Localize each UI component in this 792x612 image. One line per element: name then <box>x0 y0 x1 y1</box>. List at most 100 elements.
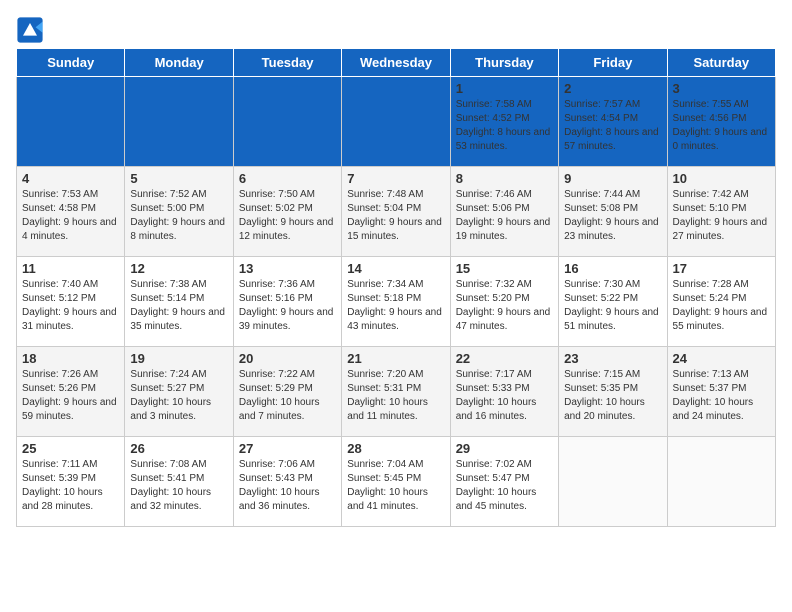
day-number: 27 <box>239 441 336 456</box>
day-number: 12 <box>130 261 227 276</box>
calendar-cell: 17 Sunrise: 7:28 AM Sunset: 5:24 PM Dayli… <box>667 257 775 347</box>
day-number: 24 <box>673 351 770 366</box>
calendar-cell <box>17 77 125 167</box>
day-number: 8 <box>456 171 553 186</box>
day-number: 19 <box>130 351 227 366</box>
cell-content: Sunrise: 7:20 AM Sunset: 5:31 PM Dayligh… <box>347 368 444 424</box>
calendar-cell: 26 Sunrise: 7:08 AM Sunset: 5:41 PM Dayli… <box>125 437 233 527</box>
cell-content: Sunrise: 7:08 AM Sunset: 5:41 PM Dayligh… <box>130 458 227 514</box>
logo-icon <box>16 16 44 44</box>
cell-content: Sunrise: 7:17 AM Sunset: 5:33 PM Dayligh… <box>456 368 553 424</box>
calendar-cell: 23 Sunrise: 7:15 AM Sunset: 5:35 PM Dayli… <box>559 347 667 437</box>
cell-content: Sunrise: 7:55 AM Sunset: 4:56 PM Dayligh… <box>673 98 770 154</box>
calendar-cell: 27 Sunrise: 7:06 AM Sunset: 5:43 PM Dayli… <box>233 437 341 527</box>
cell-content: Sunrise: 7:46 AM Sunset: 5:06 PM Dayligh… <box>456 188 553 244</box>
calendar-cell: 24 Sunrise: 7:13 AM Sunset: 5:37 PM Dayli… <box>667 347 775 437</box>
day-number: 1 <box>456 81 553 96</box>
day-number: 25 <box>22 441 119 456</box>
calendar-cell: 25 Sunrise: 7:11 AM Sunset: 5:39 PM Dayli… <box>17 437 125 527</box>
logo <box>16 16 48 44</box>
calendar-cell: 16 Sunrise: 7:30 AM Sunset: 5:22 PM Dayli… <box>559 257 667 347</box>
cell-content: Sunrise: 7:04 AM Sunset: 5:45 PM Dayligh… <box>347 458 444 514</box>
calendar-cell: 2 Sunrise: 7:57 AM Sunset: 4:54 PM Daylig… <box>559 77 667 167</box>
calendar-cell: 28 Sunrise: 7:04 AM Sunset: 5:45 PM Dayli… <box>342 437 450 527</box>
calendar-cell: 15Sunrise: 7:32 AM Sunset: 5:20 PM Dayli… <box>450 257 558 347</box>
day-header-saturday: Saturday <box>667 49 775 77</box>
cell-content: Sunrise: 7:52 AM Sunset: 5:00 PM Dayligh… <box>130 188 227 244</box>
calendar-cell: 1 Sunrise: 7:58 AM Sunset: 4:52 PM Daylig… <box>450 77 558 167</box>
calendar-cell: 5 Sunrise: 7:52 AM Sunset: 5:00 PM Daylig… <box>125 167 233 257</box>
day-number: 29 <box>456 441 553 456</box>
day-header-wednesday: Wednesday <box>342 49 450 77</box>
day-number: 2 <box>564 81 661 96</box>
calendar-cell: 9 Sunrise: 7:44 AM Sunset: 5:08 PM Daylig… <box>559 167 667 257</box>
calendar-cell: 21 Sunrise: 7:20 AM Sunset: 5:31 PM Dayli… <box>342 347 450 437</box>
calendar-cell: 18 Sunrise: 7:26 AM Sunset: 5:26 PM Dayli… <box>17 347 125 437</box>
cell-content: Sunrise: 7:38 AM Sunset: 5:14 PM Dayligh… <box>130 278 227 334</box>
cell-content: Sunrise: 7:11 AM Sunset: 5:39 PM Dayligh… <box>22 458 119 514</box>
day-number: 28 <box>347 441 444 456</box>
cell-content: Sunrise: 7:24 AM Sunset: 5:27 PM Dayligh… <box>130 368 227 424</box>
calendar-cell: 11 Sunrise: 7:40 AM Sunset: 5:12 PM Dayli… <box>17 257 125 347</box>
cell-content: Sunrise: 7:34 AM Sunset: 5:18 PM Dayligh… <box>347 278 444 334</box>
day-number: 6 <box>239 171 336 186</box>
cell-content: Sunrise: 7:30 AM Sunset: 5:22 PM Dayligh… <box>564 278 661 334</box>
cell-content: Sunrise: 7:36 AM Sunset: 5:16 PM Dayligh… <box>239 278 336 334</box>
day-number: 23 <box>564 351 661 366</box>
cell-content: Sunrise: 7:06 AM Sunset: 5:43 PM Dayligh… <box>239 458 336 514</box>
calendar-cell: 8 Sunrise: 7:46 AM Sunset: 5:06 PM Daylig… <box>450 167 558 257</box>
calendar-cell: 14 Sunrise: 7:34 AM Sunset: 5:18 PM Dayli… <box>342 257 450 347</box>
day-header-thursday: Thursday <box>450 49 558 77</box>
cell-content: Sunrise: 7:57 AM Sunset: 4:54 PM Dayligh… <box>564 98 661 154</box>
day-number: 16 <box>564 261 661 276</box>
calendar-cell <box>233 77 341 167</box>
calendar-cell: 7 Sunrise: 7:48 AM Sunset: 5:04 PM Daylig… <box>342 167 450 257</box>
day-number: 17 <box>673 261 770 276</box>
cell-content: Sunrise: 7:13 AM Sunset: 5:37 PM Dayligh… <box>673 368 770 424</box>
calendar-cell: 29 Sunrise: 7:02 AM Sunset: 5:47 PM Dayli… <box>450 437 558 527</box>
day-number: 22 <box>456 351 553 366</box>
cell-content: Sunrise: 7:28 AM Sunset: 5:24 PM Dayligh… <box>673 278 770 334</box>
cell-content: Sunrise: 7:22 AM Sunset: 5:29 PM Dayligh… <box>239 368 336 424</box>
calendar-cell: 10 Sunrise: 7:42 AM Sunset: 5:10 PM Dayli… <box>667 167 775 257</box>
cell-content: Sunrise: 7:50 AM Sunset: 5:02 PM Dayligh… <box>239 188 336 244</box>
calendar-cell: 13 Sunrise: 7:36 AM Sunset: 5:16 PM Dayli… <box>233 257 341 347</box>
day-number: 7 <box>347 171 444 186</box>
day-header-monday: Monday <box>125 49 233 77</box>
calendar-cell <box>342 77 450 167</box>
day-header-friday: Friday <box>559 49 667 77</box>
day-number: 14 <box>347 261 444 276</box>
day-number: 11 <box>22 261 119 276</box>
calendar-cell <box>667 437 775 527</box>
day-header-sunday: Sunday <box>17 49 125 77</box>
day-number: 3 <box>673 81 770 96</box>
calendar-cell: 20 Sunrise: 7:22 AM Sunset: 5:29 PM Dayli… <box>233 347 341 437</box>
cell-content: Sunrise: 7:02 AM Sunset: 5:47 PM Dayligh… <box>456 458 553 514</box>
day-number: 21 <box>347 351 444 366</box>
day-number: 4 <box>22 171 119 186</box>
day-number: 13 <box>239 261 336 276</box>
day-number: 20 <box>239 351 336 366</box>
cell-content: Sunrise: 7:42 AM Sunset: 5:10 PM Dayligh… <box>673 188 770 244</box>
day-number: 26 <box>130 441 227 456</box>
day-number: 9 <box>564 171 661 186</box>
cell-content: Sunrise: 7:48 AM Sunset: 5:04 PM Dayligh… <box>347 188 444 244</box>
calendar-cell: 22 Sunrise: 7:17 AM Sunset: 5:33 PM Dayli… <box>450 347 558 437</box>
day-number: 10 <box>673 171 770 186</box>
cell-content: Sunrise: 7:53 AM Sunset: 4:58 PM Dayligh… <box>22 188 119 244</box>
cell-content: Sunrise: 7:26 AM Sunset: 5:26 PM Dayligh… <box>22 368 119 424</box>
cell-content: Sunrise: 7:58 AM Sunset: 4:52 PM Dayligh… <box>456 98 553 154</box>
cell-content: Sunrise: 7:15 AM Sunset: 5:35 PM Dayligh… <box>564 368 661 424</box>
calendar-cell <box>125 77 233 167</box>
day-number: 18 <box>22 351 119 366</box>
day-number: 5 <box>130 171 227 186</box>
calendar-cell: 3 Sunrise: 7:55 AM Sunset: 4:56 PM Daylig… <box>667 77 775 167</box>
day-number: 15 <box>456 261 553 276</box>
calendar-cell: 6 Sunrise: 7:50 AM Sunset: 5:02 PM Daylig… <box>233 167 341 257</box>
cell-content: Sunrise: 7:40 AM Sunset: 5:12 PM Dayligh… <box>22 278 119 334</box>
cell-content: Sunrise: 7:44 AM Sunset: 5:08 PM Dayligh… <box>564 188 661 244</box>
page-header <box>16 16 776 44</box>
day-header-tuesday: Tuesday <box>233 49 341 77</box>
calendar-cell <box>559 437 667 527</box>
calendar-cell: 4 Sunrise: 7:53 AM Sunset: 4:58 PM Daylig… <box>17 167 125 257</box>
